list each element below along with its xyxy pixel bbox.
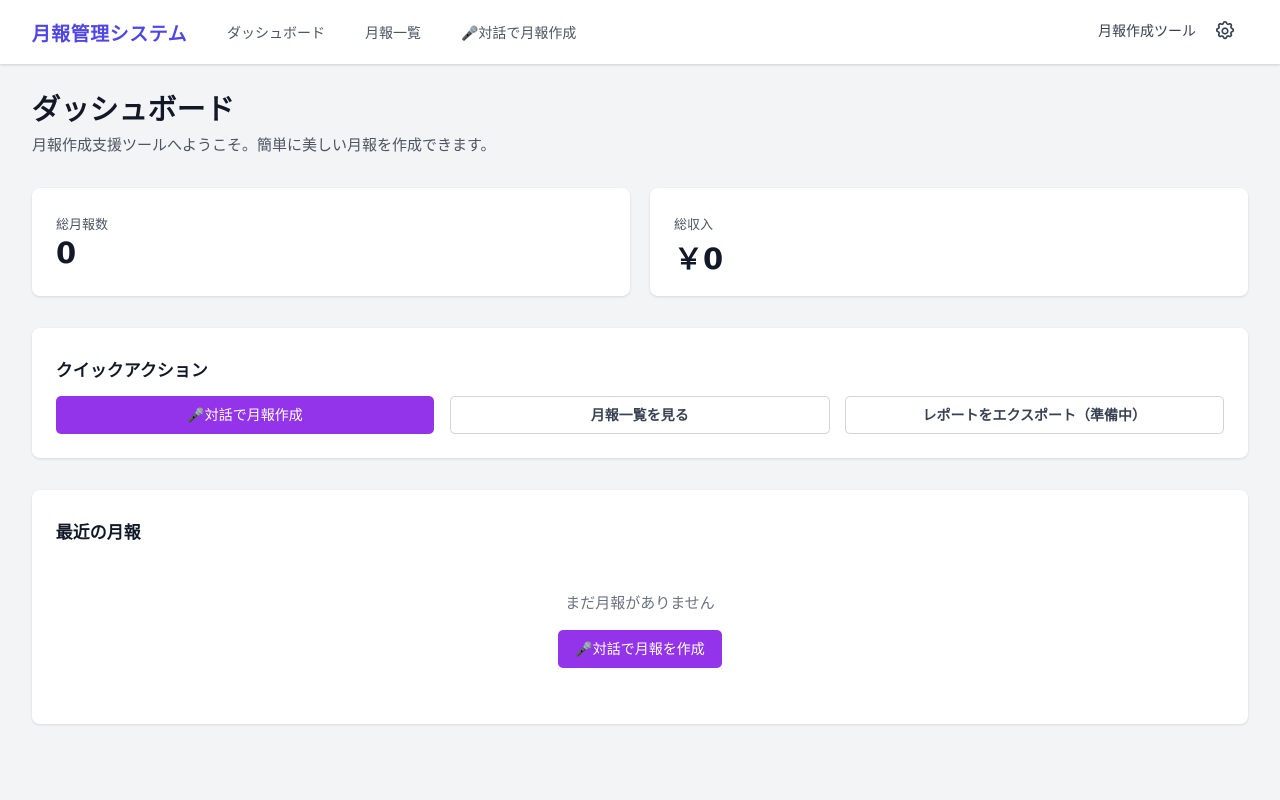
header-right: 月報作成ツール [1098,20,1236,42]
recent-reports-card: 最近の月報 まだ月報がありません 🎤対話で月報を作成 [32,490,1248,724]
view-report-list-button[interactable]: 月報一覧を見る [450,396,830,434]
gear-icon[interactable] [1214,20,1236,42]
export-report-button[interactable]: レポートをエクスポート（準備中） [845,396,1224,434]
top-navigation-bar: 月報管理システム ダッシュボード 月報一覧 🎤対話で月報作成 月報作成ツール [0,0,1280,64]
quick-actions-card: クイックアクション 🎤対話で月報作成 月報一覧を見る レポートをエクスポート（準… [32,328,1248,458]
app-brand[interactable]: 月報管理システム [32,19,187,46]
nav-report-list[interactable]: 月報一覧 [365,23,421,43]
nav-dashboard[interactable]: ダッシュボード [227,23,325,43]
main-nav: ダッシュボード 月報一覧 🎤対話で月報作成 [227,23,616,43]
stat-value: 0 [56,236,77,270]
create-report-cta-button[interactable]: 🎤対話で月報を作成 [558,630,722,668]
stat-value: ￥0 [674,242,724,276]
section-title: クイックアクション [56,361,209,381]
tool-label: 月報作成ツール [1098,24,1196,40]
section-title: 最近の月報 [56,523,141,543]
page-title: ダッシュボード [32,92,236,126]
stat-label: 総月報数 [56,218,109,233]
empty-state-message: まだ月報がありません [565,594,715,612]
page-subtitle: 月報作成支援ツールへようこそ。簡単に美しい月報を作成できます。 [32,136,496,154]
stat-card-total-income: 総収入 ￥0 [650,188,1248,296]
nav-create-by-dialog[interactable]: 🎤対話で月報作成 [461,23,576,43]
stat-label: 総収入 [674,218,714,233]
create-by-dialog-button[interactable]: 🎤対話で月報作成 [56,396,434,434]
stat-card-total-reports: 総月報数 0 [32,188,630,296]
